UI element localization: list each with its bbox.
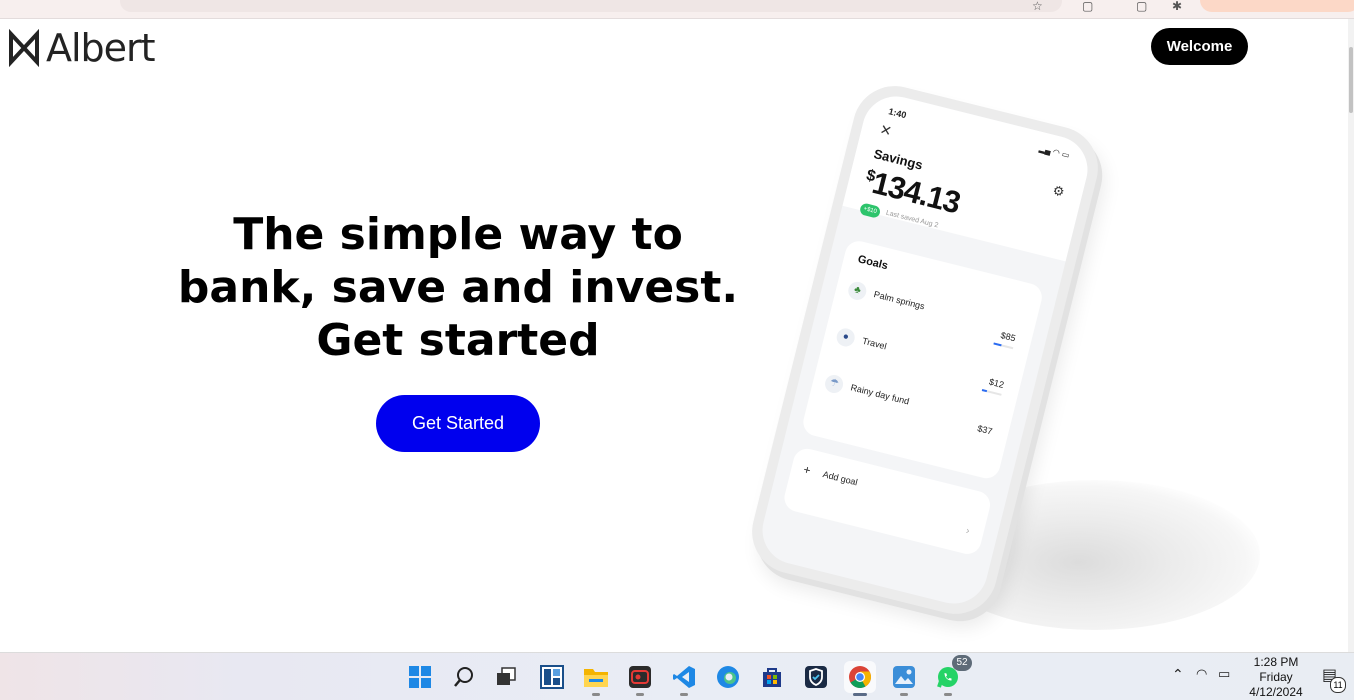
bookmark-star-icon[interactable]: ☆ (1032, 0, 1044, 12)
edge-icon[interactable] (712, 661, 744, 693)
goal-progress (981, 389, 1002, 396)
running-indicator (636, 693, 644, 696)
profile-button[interactable] (1200, 0, 1354, 12)
palm-tree-icon: ♣ (846, 279, 869, 302)
system-clock[interactable]: 1:28 PM Friday 4/12/2024 (1240, 655, 1312, 700)
running-indicator (680, 693, 688, 696)
goal-progress (993, 342, 1014, 350)
running-indicator (900, 693, 908, 696)
hero-line-3: Get started (316, 315, 600, 366)
goal-value: $12 (988, 376, 1006, 390)
store-icon[interactable] (756, 661, 788, 693)
clock-date: 4/12/2024 (1249, 685, 1303, 699)
plus-icon: + (801, 462, 813, 478)
browser-toolbar: ☆ ▢ ▢ ✱ (0, 0, 1354, 19)
notification-badge: 52 (952, 655, 972, 671)
welcome-button[interactable]: Welcome (1151, 28, 1248, 65)
chevron-right-icon: › (964, 525, 971, 537)
hero-headline: The simple way to bank, save and invest.… (150, 208, 766, 367)
widgets-icon[interactable] (536, 661, 568, 693)
defender-icon[interactable] (800, 661, 832, 693)
get-started-button[interactable]: Get Started (376, 395, 540, 452)
goal-name: Travel (861, 335, 888, 352)
address-bar[interactable] (120, 0, 1062, 12)
logo-wordmark: Albert (46, 26, 156, 70)
goals-card: Goals ♣ Palm springs $85 ● Travel $12 ☂ … (800, 238, 1045, 482)
file-explorer-icon[interactable] (580, 661, 612, 696)
photos-icon[interactable] (888, 661, 920, 696)
windows-start-icon[interactable] (404, 661, 436, 693)
goal-name: Palm springs (872, 289, 926, 312)
notification-count: 11 (1330, 677, 1346, 693)
task-view-icon[interactable] (490, 661, 522, 693)
wifi-icon[interactable]: ◠ (1196, 667, 1207, 682)
extensions-puzzle-icon[interactable]: ✱ (1172, 0, 1184, 12)
goal-value: $85 (999, 330, 1017, 344)
vscode-icon[interactable] (668, 661, 700, 696)
windows-taskbar: 52 ⌃ ◠ ▭ 1:28 PM Friday 4/12/2024 ▤ 11 (0, 652, 1354, 700)
goal-value: $37 (976, 423, 994, 437)
video-recorder-icon[interactable] (624, 661, 656, 696)
extension-icon[interactable]: ▢ (1082, 0, 1094, 12)
goals-title: Goals (856, 253, 890, 273)
search-icon[interactable] (448, 661, 480, 693)
umbrella-icon: ☂ (823, 373, 845, 395)
battery-icon[interactable]: ▭ (1218, 667, 1230, 682)
running-indicator (853, 693, 867, 696)
albert-logo-icon (9, 28, 39, 68)
whatsapp-icon[interactable]: 52 (932, 655, 972, 696)
albert-logo[interactable]: Albert (8, 26, 156, 70)
hero-line-2: bank, save and invest. (177, 262, 739, 313)
add-goal-label: Add goal (821, 469, 859, 488)
clock-time: 1:28 PM (1253, 655, 1299, 669)
running-indicator (944, 693, 952, 696)
sidebar-icon[interactable]: ▢ (1136, 0, 1148, 12)
running-indicator (592, 693, 600, 696)
page-scrollbar[interactable] (1348, 19, 1354, 652)
hero-line-1: The simple way to (233, 209, 683, 260)
globe-icon: ● (834, 326, 857, 349)
clock-day: Friday (1259, 670, 1293, 684)
goal-name: Rainy day fund (849, 382, 911, 407)
chrome-icon[interactable] (844, 661, 876, 696)
scrollbar-thumb[interactable] (1349, 47, 1353, 113)
chevron-up-icon[interactable]: ⌃ (1172, 667, 1184, 683)
